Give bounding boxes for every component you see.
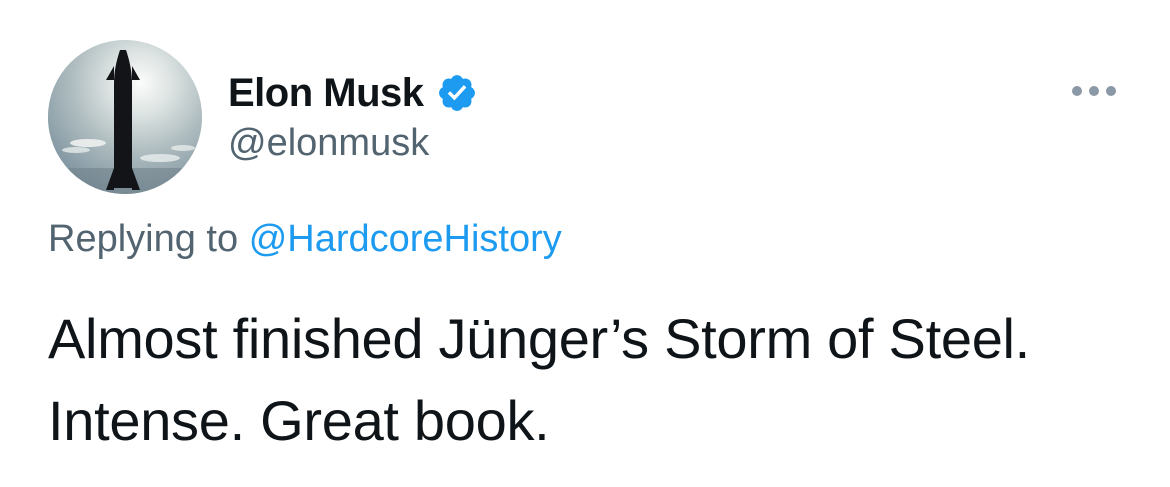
name-row: Elon Musk [228,68,478,118]
reply-mention-link[interactable]: @HardcoreHistory [249,218,562,260]
tweet-card: Elon Musk @elonmusk Replying to @Hardcor… [0,0,1170,487]
display-name[interactable]: Elon Musk [228,71,424,116]
more-options-button[interactable] [1064,76,1124,106]
user-info: Elon Musk @elonmusk [228,68,478,165]
replying-to-label: Replying to [48,218,239,260]
avatar[interactable] [48,40,202,194]
replying-to-line: Replying to @HardcoreHistory [48,218,562,261]
more-horizontal-icon [1072,86,1116,96]
starship-rocket-image [48,40,202,194]
user-handle[interactable]: @elonmusk [228,122,478,165]
verified-badge-icon [436,72,478,114]
tweet-text: Almost finished Jünger’s Storm of Steel.… [48,307,1030,452]
